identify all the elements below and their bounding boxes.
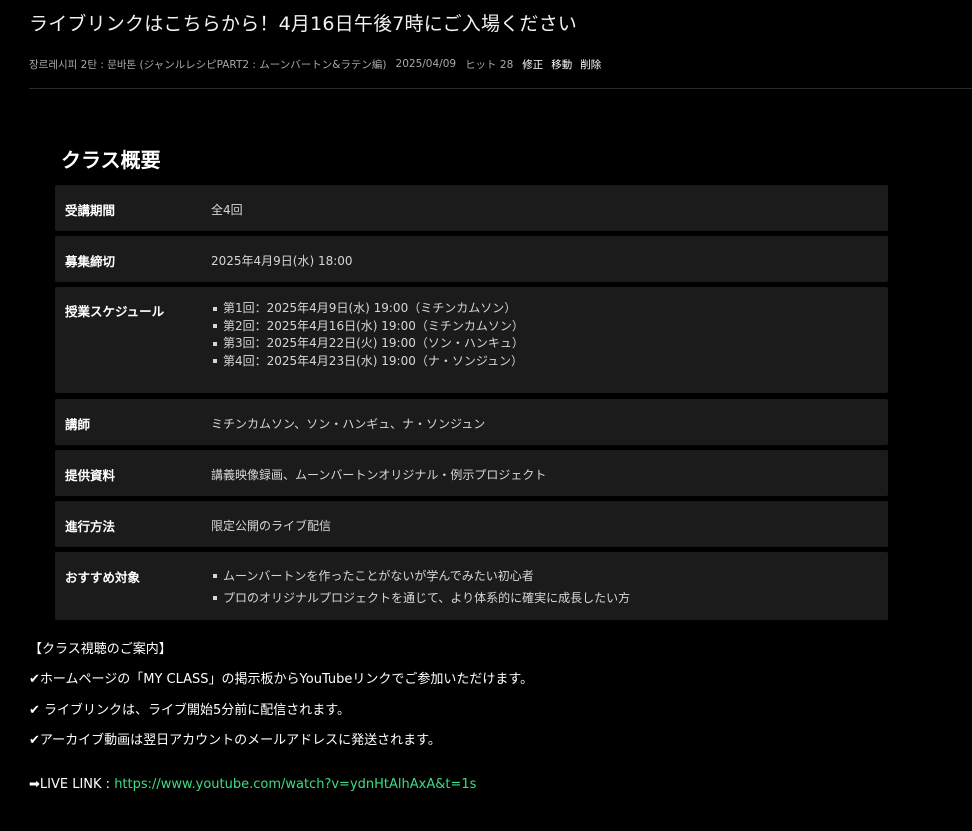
list-item: 第1回：2025年4月9日(水) 19:00（ミチンカムソン）: [213, 300, 524, 318]
info-label: 授業スケジュール: [65, 304, 165, 319]
list-item: 第2回：2025年4月16日(水) 19:00（ミチンカムソン）: [213, 318, 524, 336]
guide-line: ✔ホームページの「MY CLASS」の掲示板からYouTubeリンクでご参加いた…: [29, 672, 534, 687]
info-row-target: おすすめ対象 ムーンバートンを作ったことがないが学んでみたい初心者 プロのオリジ…: [55, 552, 888, 620]
bullet-icon: [213, 574, 217, 578]
guide-line: ✔ ライブリンクは、ライブ開始5分前に配信されます。: [29, 703, 350, 718]
bullet-icon: [213, 359, 217, 364]
schedule-list: 第1回：2025年4月9日(水) 19:00（ミチンカムソン） 第2回：2025…: [213, 300, 524, 370]
info-value: 全4回: [211, 203, 243, 217]
bullet-icon: [213, 341, 217, 346]
info-value: 限定公開のライブ配信: [211, 519, 332, 533]
delete-button[interactable]: 削除: [580, 57, 601, 72]
target-list: ムーンバートンを作ったことがないが学んでみたい初心者 プロのオリジナルプロジェク…: [213, 565, 630, 609]
list-item: 第4回：2025年4月23日(水) 19:00（ナ・ソンジュン）: [213, 353, 524, 371]
list-item: 第3回：2025年4月22日(火) 19:00（ソン・ハンキュ）: [213, 335, 524, 353]
post-meta: 장르레시피 2탄 : 문바톤 (ジャンルレシピPART2 : ムーンバートン&ラ…: [29, 56, 601, 72]
guide-heading: 【クラス視聴のご案内】: [29, 642, 172, 657]
info-row-method: 進行方法 限定公開のライブ配信: [55, 501, 888, 547]
info-label: 進行方法: [65, 519, 116, 534]
class-overview-heading: クラス概要: [61, 148, 161, 172]
list-item: プロのオリジナルプロジェクトを通じて、より体系的に確実に成長したい方: [213, 587, 630, 609]
post-title: ライブリンクはこちらから！4月16日午後7時にご入場ください: [29, 13, 577, 35]
info-value: ミチンカムソン、ソン・ハンギュ、ナ・ソンジュン: [211, 417, 486, 431]
hits-count: 28: [499, 58, 514, 71]
info-value: 講義映像録画、ムーンバートンオリジナル・例示プロジェクト: [211, 468, 547, 482]
bullet-icon: [213, 324, 217, 329]
post-hits: ヒット 28: [465, 57, 513, 72]
move-button[interactable]: 移動: [551, 57, 572, 72]
post-category[interactable]: 장르레시피 2탄 : 문바톤 (ジャンルレシピPART2 : ムーンバートン&ラ…: [29, 57, 387, 72]
live-link[interactable]: https://www.youtube.com/watch?v=ydnHtAlh…: [114, 777, 476, 792]
list-item: ムーンバートンを作ったことがないが学んでみたい初心者: [213, 565, 630, 587]
info-row-instructor: 講師 ミチンカムソン、ソン・ハンギュ、ナ・ソンジュン: [55, 399, 888, 445]
hits-label: ヒット: [465, 58, 497, 71]
bullet-icon: [213, 306, 217, 311]
post-actions: 修正 移動 削除: [522, 57, 601, 72]
live-link-label: ➡LIVE LINK :: [29, 777, 115, 792]
info-row-period: 受講期間 全4回: [55, 185, 888, 231]
info-value: 2025年4月9日(水) 18:00: [211, 254, 353, 268]
info-label: 提供資料: [65, 468, 116, 483]
post-date: 2025/04/09: [395, 58, 457, 70]
live-link-line: ➡LIVE LINK : https://www.youtube.com/wat…: [29, 777, 476, 792]
info-label: 募集締切: [65, 254, 116, 269]
info-row-schedule: 授業スケジュール 第1回：2025年4月9日(水) 19:00（ミチンカムソン）…: [55, 287, 888, 393]
divider: [29, 88, 972, 89]
info-row-materials: 提供資料 講義映像録画、ムーンバートンオリジナル・例示プロジェクト: [55, 450, 888, 496]
info-label: おすすめ対象: [65, 570, 141, 585]
info-label: 講師: [65, 417, 91, 432]
info-label: 受講期間: [65, 203, 116, 218]
guide-line: ✔アーカイブ動画は翌日アカウントのメールアドレスに発送されます。: [29, 733, 441, 748]
bullet-icon: [213, 596, 217, 600]
info-row-deadline: 募集締切 2025年4月9日(水) 18:00: [55, 236, 888, 282]
edit-button[interactable]: 修正: [522, 57, 543, 72]
